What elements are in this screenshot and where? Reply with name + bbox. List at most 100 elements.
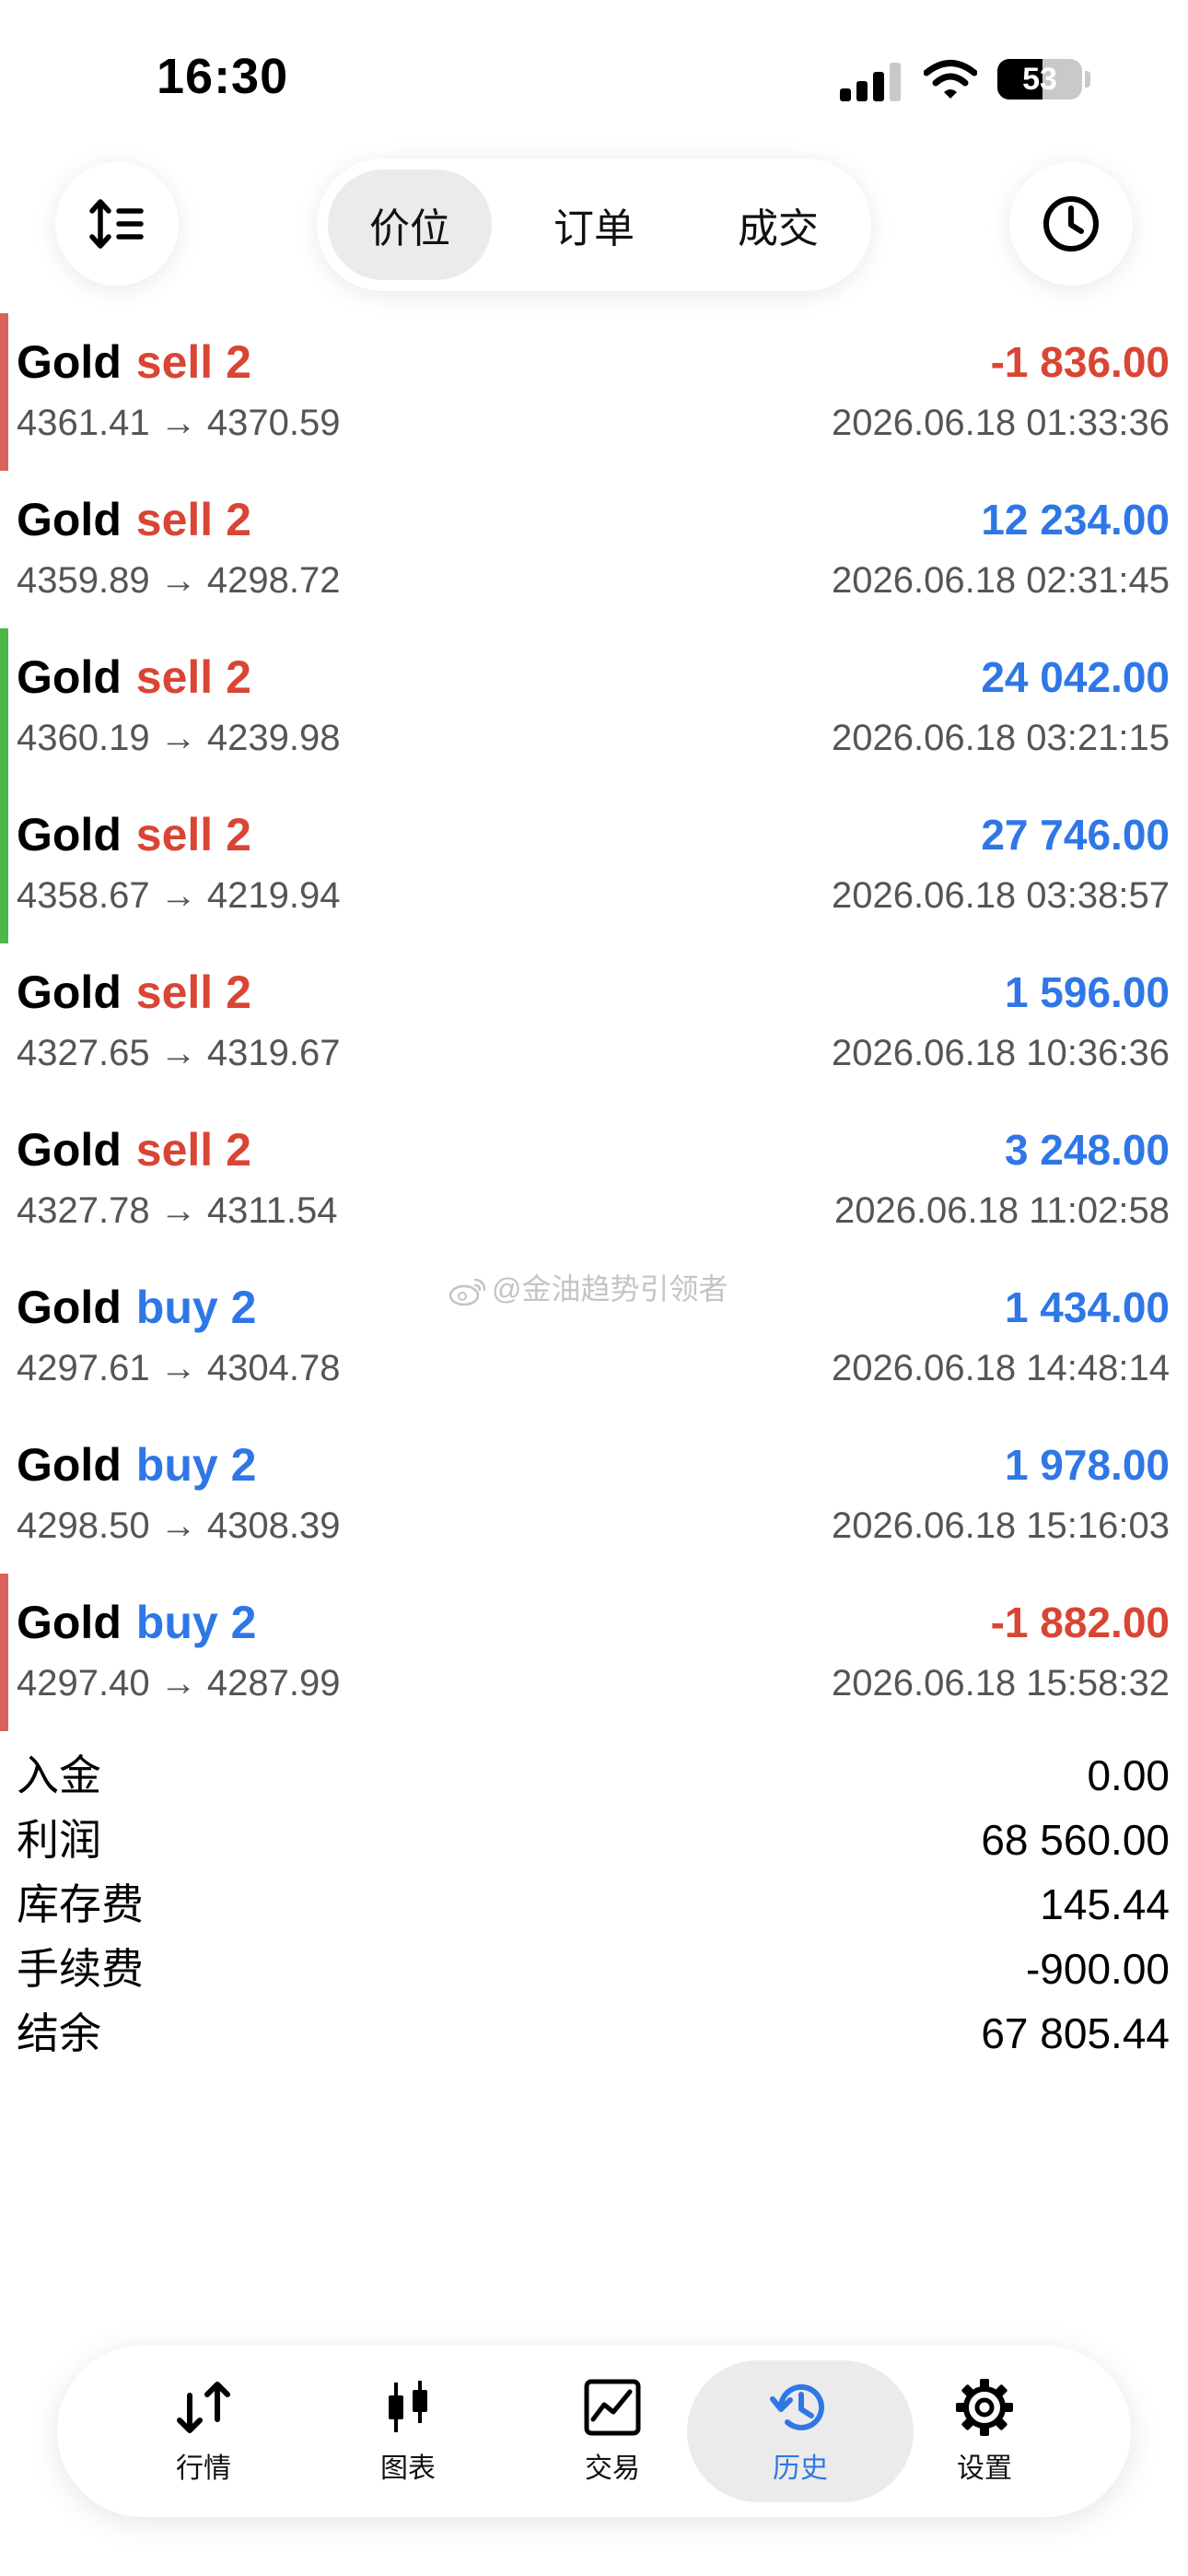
deal-profit: 24 042.00 [981, 653, 1170, 701]
wifi-icon [924, 60, 977, 99]
open-price: 4327.65 [17, 1033, 150, 1073]
deal-side: buy 2 [135, 1597, 257, 1648]
open-price: 4298.50 [17, 1505, 150, 1546]
summary-label: 库存费 [17, 1880, 144, 1928]
deal-profit: 27 746.00 [981, 811, 1170, 859]
summary-row: 结余 67 805.44 [0, 2001, 1188, 2066]
period-button[interactable] [1009, 162, 1133, 286]
cellular-signal-icon [840, 63, 901, 101]
deal-side: buy 2 [135, 1282, 257, 1333]
deal-row[interactable]: Gold buy 2 4298.50 → 4308.39 1 978.00 2026.… [0, 1416, 1188, 1574]
deal-status-bar [0, 1259, 8, 1416]
deal-row[interactable]: Gold sell 2 4327.78 → 4311.54 3 248.00 2026… [0, 1101, 1188, 1259]
deal-prices: 4327.65 → 4319.67 [17, 1030, 340, 1076]
tab-settings[interactable]: 设置 [871, 2360, 1098, 2502]
deal-side: sell 2 [135, 966, 251, 1018]
summary-row: 入金 0.00 [0, 1743, 1188, 1808]
deal-prices: 4327.78 → 4311.54 [17, 1188, 337, 1234]
deal-title: Gold buy 2 [17, 1281, 256, 1334]
deal-row[interactable]: Gold sell 2 4358.67 → 4219.94 27 746.00 202… [0, 786, 1188, 943]
deal-symbol: Gold [17, 1124, 122, 1176]
summary-row: 手续费 -900.00 [0, 1937, 1188, 2001]
deal-status-bar [0, 1574, 8, 1731]
battery-percent: 53 [1022, 61, 1057, 97]
deal-list: Gold sell 2 4361.41 → 4370.59 -1 836.00 202… [0, 313, 1188, 1731]
candlestick-chart-icon [389, 2381, 427, 2432]
deal-row[interactable]: Gold buy 2 4297.40 → 4287.99 -1 882.00 2026… [0, 1574, 1188, 1731]
deal-symbol: Gold [17, 809, 122, 861]
deal-prices: 4358.67 → 4219.94 [17, 872, 340, 919]
tab-label: 交易 [585, 2453, 640, 2484]
deal-title: Gold sell 2 [17, 808, 251, 861]
deal-symbol: Gold [17, 336, 122, 388]
deal-title: Gold buy 2 [17, 1438, 256, 1492]
open-price: 4361.41 [17, 403, 150, 443]
close-price: 4239.98 [206, 718, 341, 758]
summary-label: 结余 [17, 2009, 101, 2057]
deal-prices: 4359.89 → 4298.72 [17, 557, 340, 603]
deal-prices: 4361.41 → 4370.59 [17, 400, 340, 446]
summary: 入金 0.00 利润 68 560.00 库存费 145.44 手续费 -900.00 结余 67… [0, 1743, 1188, 2066]
deal-row[interactable]: Gold sell 2 4359.89 → 4298.72 12 234.00 202… [0, 471, 1188, 628]
deal-symbol: Gold [17, 1597, 122, 1648]
close-price: 4287.99 [206, 1663, 341, 1704]
summary-value: 68 560.00 [981, 1816, 1170, 1864]
close-price: 4219.94 [206, 875, 341, 916]
deal-row[interactable]: Gold sell 2 4361.41 → 4370.59 -1 836.00 202… [0, 313, 1188, 471]
deal-profit: -1 882.00 [990, 1598, 1170, 1646]
deal-title: Gold sell 2 [17, 650, 251, 704]
open-price: 4327.78 [17, 1190, 150, 1231]
tab-quotes[interactable]: 行情 [90, 2360, 317, 2502]
tab-charts[interactable]: 图表 [295, 2360, 521, 2502]
deal-symbol: Gold [17, 1439, 122, 1491]
sort-button[interactable] [55, 162, 179, 286]
close-price: 4298.72 [206, 560, 341, 601]
sort-icon [89, 199, 144, 249]
summary-value: 145.44 [1040, 1880, 1170, 1928]
tab-deals[interactable]: 成交 [696, 170, 860, 280]
arrow-icon: → [159, 1505, 197, 1546]
deal-time: 2026.06.18 10:36:36 [831, 1033, 1170, 1073]
deal-profit: 1 978.00 [1004, 1441, 1170, 1489]
deal-title: Gold sell 2 [17, 335, 251, 389]
open-price: 4359.89 [17, 560, 150, 601]
deal-prices: 4297.40 → 4287.99 [17, 1660, 340, 1706]
deal-row[interactable]: Gold sell 2 4327.65 → 4319.67 1 596.00 2026… [0, 943, 1188, 1101]
tab-positions[interactable]: 价位 [328, 170, 492, 280]
deal-profit: 3 248.00 [1004, 1126, 1170, 1174]
deal-prices: 4298.50 → 4308.39 [17, 1503, 340, 1549]
deal-status-bar [0, 943, 8, 1101]
deal-prices: 4297.61 → 4304.78 [17, 1345, 340, 1391]
deal-time: 2026.06.18 11:02:58 [833, 1190, 1170, 1231]
arrow-icon: → [159, 403, 197, 443]
arrow-icon: → [159, 875, 197, 916]
tab-label: 设置 [957, 2453, 1012, 2484]
deal-status-bar [0, 786, 8, 943]
deal-profit: 1 596.00 [1004, 968, 1170, 1016]
summary-label: 手续费 [17, 1945, 144, 1993]
deal-side: buy 2 [135, 1439, 257, 1491]
tab-label: 图表 [380, 2453, 436, 2484]
summary-row: 库存费 145.44 [0, 1872, 1188, 1937]
summary-label: 入金 [17, 1751, 101, 1799]
open-price: 4360.19 [17, 718, 150, 758]
battery-tip [1085, 71, 1090, 88]
deal-symbol: Gold [17, 966, 122, 1018]
deal-time: 2026.06.18 15:58:32 [831, 1663, 1170, 1704]
deal-status-bar [0, 1416, 8, 1574]
summary-row: 利润 68 560.00 [0, 1808, 1188, 1872]
deal-profit: -1 836.00 [990, 338, 1170, 386]
deal-side: sell 2 [135, 809, 251, 861]
close-price: 4308.39 [206, 1505, 341, 1546]
deal-title: Gold sell 2 [17, 1123, 251, 1177]
arrow-icon: → [159, 560, 197, 601]
history-icon [770, 2383, 824, 2430]
deal-row[interactable]: Gold sell 2 4360.19 → 4239.98 24 042.00 202… [0, 628, 1188, 786]
deal-profit: 12 234.00 [981, 496, 1170, 544]
summary-value: 67 805.44 [981, 2009, 1170, 2057]
history-screen: 16:30 53 价位 订单 成交 Gold sell 2 4361.41 → … [0, 0, 1188, 2576]
tab-orders[interactable]: 订单 [512, 170, 676, 280]
deal-title: Gold sell 2 [17, 966, 251, 1019]
deal-time: 2026.06.18 14:48:14 [831, 1348, 1170, 1388]
close-price: 4304.78 [206, 1348, 341, 1388]
